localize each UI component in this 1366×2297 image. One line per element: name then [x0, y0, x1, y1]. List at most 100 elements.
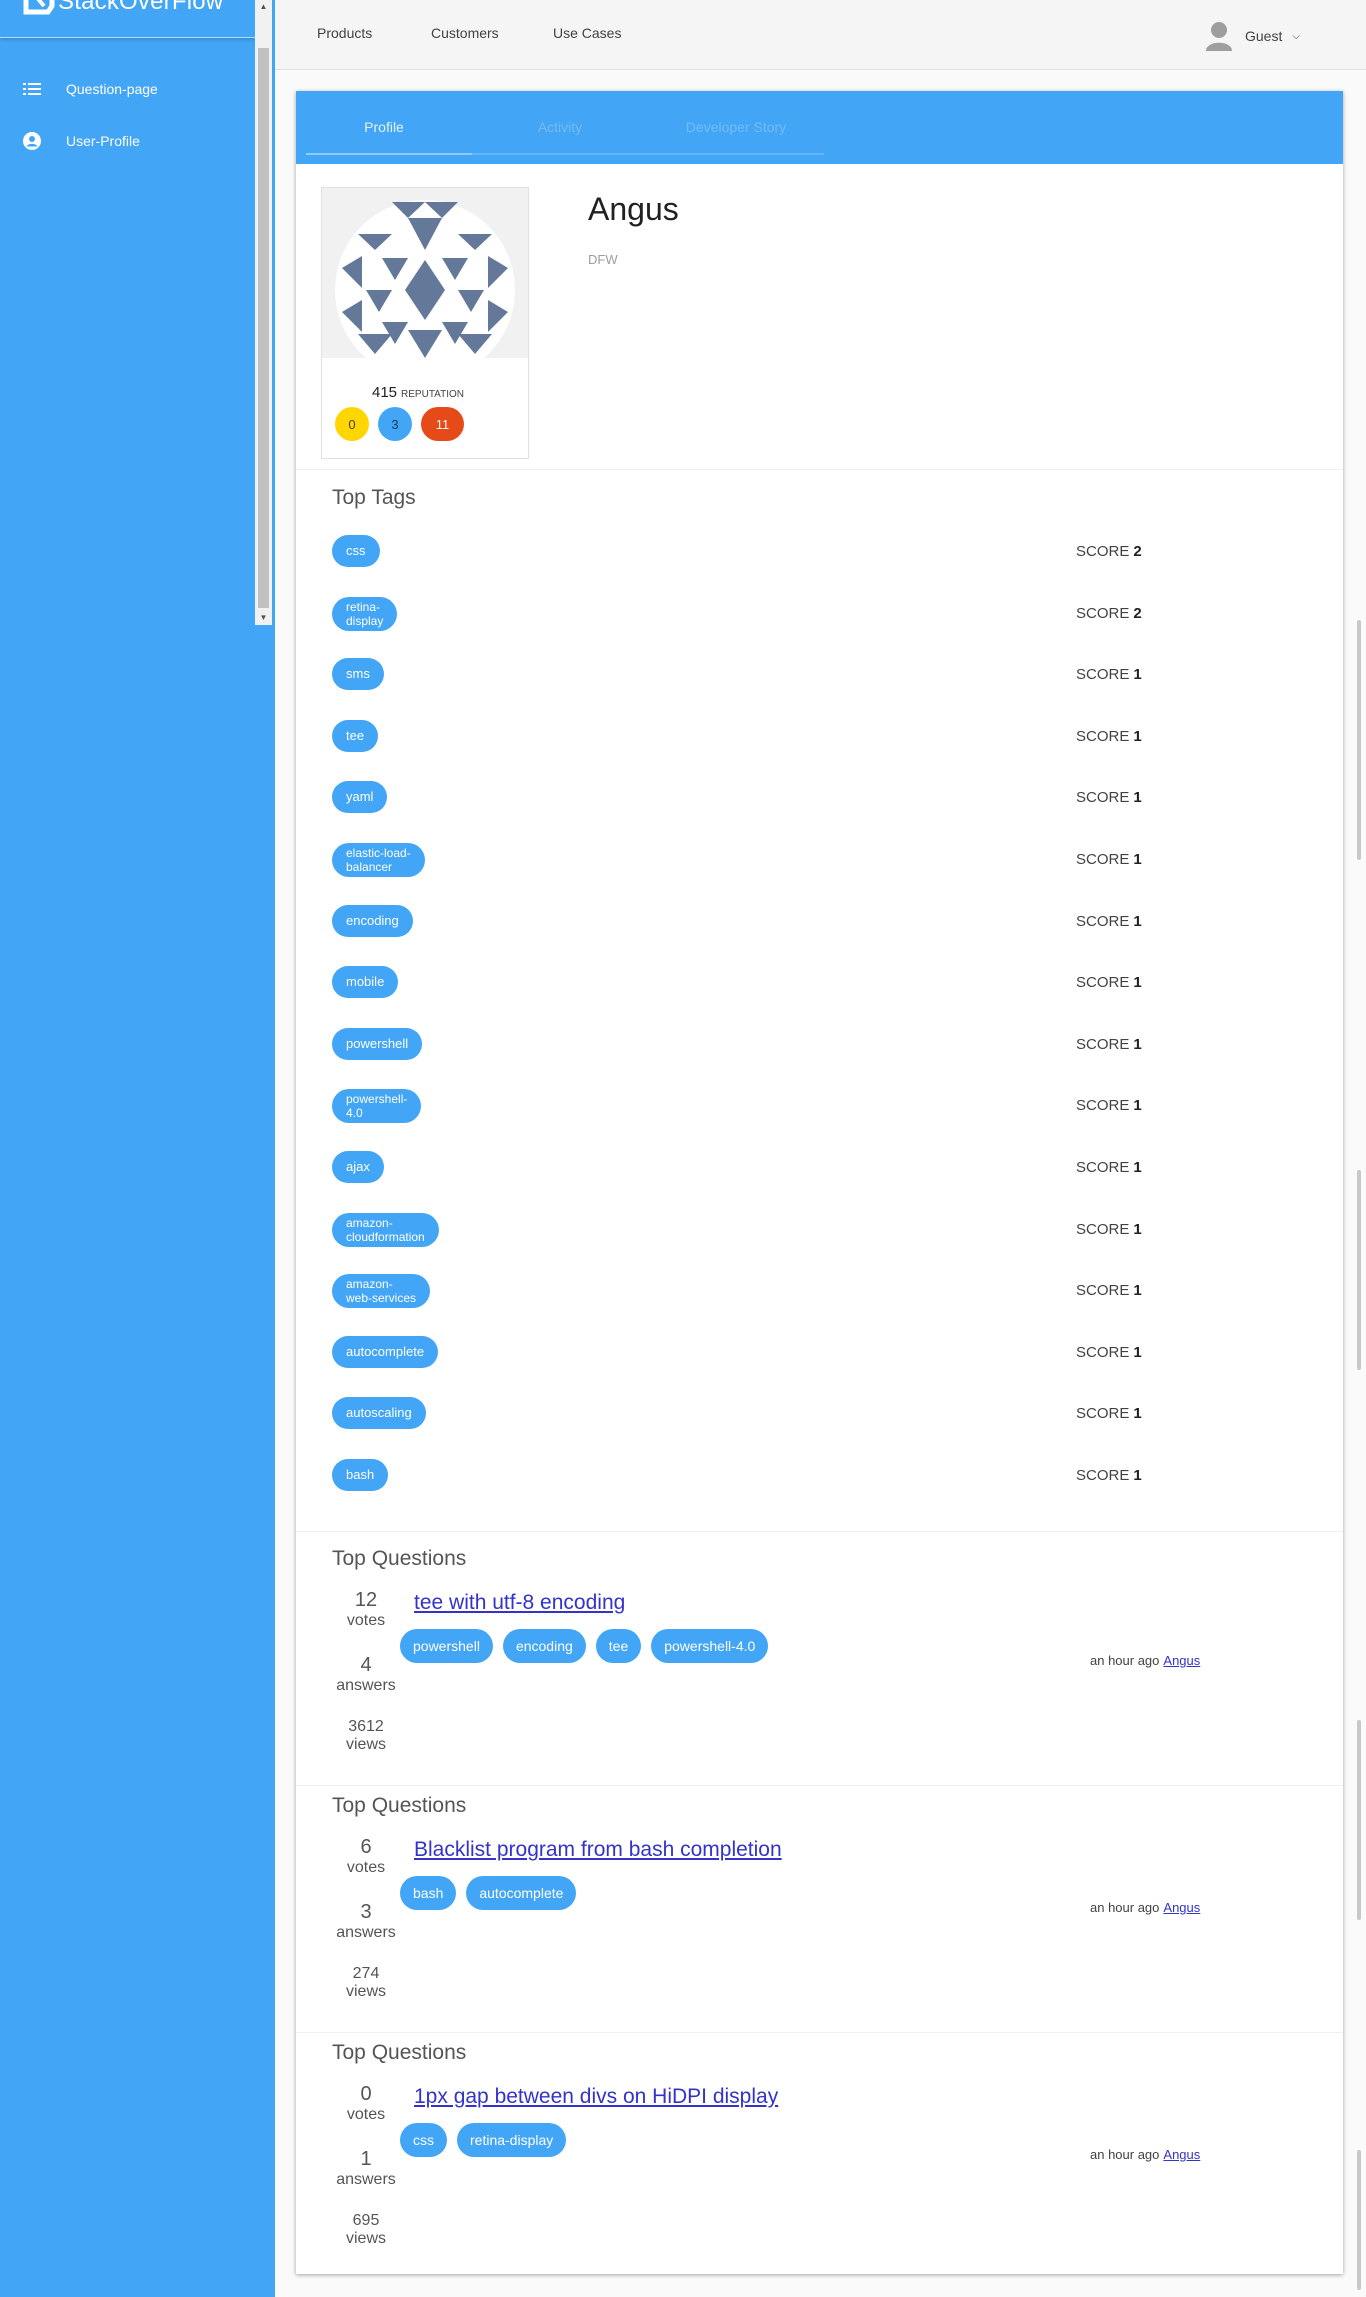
question-tags: bash autocomplete [400, 1876, 577, 1910]
tag-chip[interactable]: autoscaling [332, 1397, 426, 1430]
page-scrollbar[interactable] [1352, 70, 1366, 2297]
score-label: SCORE [1076, 1405, 1130, 1423]
tag-chip[interactable]: bash [332, 1459, 389, 1491]
question-title-link[interactable]: tee with utf-8 encoding [414, 1591, 625, 1615]
user-name: Angus [588, 191, 679, 227]
page-scroll-thumb[interactable] [1357, 620, 1361, 860]
score-value: 1 [1133, 1035, 1142, 1053]
question-time: an hour ago [1090, 1900, 1160, 1915]
tag-chip[interactable]: encoding [502, 1629, 586, 1663]
brand-name[interactable]: StackOverFlow [58, 0, 223, 16]
tag-chip-label: web-services [346, 1291, 417, 1306]
score-value: 1 [1133, 727, 1142, 745]
tag-chip[interactable]: elastic-load-balancer [332, 843, 425, 877]
question-author-link[interactable]: Angus [1163, 1653, 1200, 1668]
tag-chip[interactable]: autocomplete [466, 1876, 577, 1910]
score-value: 1 [1133, 1282, 1142, 1300]
list-icon [22, 79, 42, 99]
tag-chip-label: ajax [346, 1159, 370, 1174]
tag-chip[interactable]: sms [332, 658, 384, 691]
brand-logo-icon[interactable] [22, 0, 56, 18]
score-value: 1 [1133, 912, 1142, 930]
question-author-link[interactable]: Angus [1163, 2147, 1200, 2162]
tag-chip[interactable]: retina-display [457, 2123, 567, 2157]
score-value: 1 [1133, 789, 1142, 807]
view-count-value: 3612 [348, 1718, 384, 1735]
tag-score: SCORE 1 [1076, 1036, 1142, 1053]
nav-link-customers[interactable]: Customers [431, 25, 499, 41]
score-value: 1 [1133, 1220, 1142, 1238]
question-tags: css retina-display [400, 2123, 567, 2157]
question-title-link[interactable]: 1px gap between divs on HiDPI display [414, 2085, 778, 2109]
tab-developer-story[interactable]: Developer Story [648, 119, 824, 135]
tag-chip[interactable]: css [332, 535, 380, 567]
page-scroll-thumb[interactable] [1357, 1170, 1361, 1370]
tag-score: SCORE 1 [1076, 666, 1142, 683]
tag-chip[interactable]: powershell [332, 1027, 423, 1060]
scroll-up-arrow-icon[interactable]: ▲ [255, 0, 272, 14]
vote-count: 0 votes [311, 2083, 421, 2124]
vote-count-value: 0 [360, 2083, 372, 2105]
tag-chip[interactable]: retina-display [332, 596, 398, 631]
user-menu[interactable]: Guest ⌵ [1205, 20, 1300, 52]
nav-link-products[interactable]: Products [317, 25, 372, 41]
score-label: SCORE [1076, 851, 1130, 868]
tag-score: SCORE 2 [1076, 605, 1142, 622]
tag-chip[interactable]: amazon-cloudformation [332, 1212, 439, 1247]
page-scroll-thumb[interactable] [1357, 1720, 1361, 1920]
top-questions-title: Top Questions [332, 2041, 467, 2064]
top-bar: Products Customers Use Cases [275, 0, 1366, 70]
tag-chip[interactable]: css [400, 2123, 447, 2157]
score-value: 2 [1133, 604, 1142, 622]
tag-chip-label: 4.0 [346, 1106, 363, 1121]
tab-profile[interactable]: Profile [296, 119, 472, 135]
tag-chip[interactable]: yaml [332, 781, 388, 814]
question-title-link[interactable]: Blacklist program from bash completion [414, 1838, 782, 1862]
sidebar-scroll-thumb[interactable] [258, 48, 269, 608]
score-value: 1 [1133, 1343, 1142, 1361]
divider [296, 2032, 1343, 2033]
view-count-label: views [345, 1983, 386, 2000]
sidebar-scrollbar[interactable]: ▲ ▼ [255, 0, 272, 625]
tag-chip[interactable]: powershell-4.0 [332, 1089, 422, 1124]
tag-row: tee SCORE 1 [332, 716, 1332, 756]
scroll-down-arrow-icon[interactable]: ▼ [255, 611, 272, 625]
tag-row: powershell- 4.0 SCORE 1 [332, 1085, 1332, 1125]
score-label: SCORE [1076, 604, 1130, 622]
tag-chip[interactable]: bash [400, 1876, 457, 1910]
tag-chip[interactable]: powershell-4.0 [651, 1629, 769, 1663]
question-item: Top Questions 0 votes 1 answers 695 views 1px g… [296, 2035, 1343, 2282]
tag-chip[interactable]: encoding [332, 904, 413, 937]
tag-chip[interactable]: ajax [332, 1151, 384, 1183]
tag-score: SCORE 1 [1076, 1221, 1142, 1238]
tab-activity[interactable]: Activity [472, 119, 648, 135]
tag-chip-label: amazon- [346, 1277, 393, 1292]
tag-chip-label: balancer [346, 860, 393, 874]
bronze-badge-count: 11 [421, 407, 464, 441]
tag-chip[interactable]: autocomplete [332, 1335, 439, 1368]
page-scroll-thumb[interactable] [1357, 2150, 1361, 2290]
nav-link-use-cases[interactable]: Use Cases [553, 25, 621, 41]
tag-chip[interactable]: tee [595, 1629, 642, 1663]
tag-row: retina-display SCORE 2 [332, 593, 1332, 633]
question-author-link[interactable]: Angus [1163, 1900, 1200, 1915]
tag-chip[interactable]: tee [332, 719, 379, 752]
sidebar-item-question-page[interactable]: Question-page [0, 71, 255, 107]
tag-score: SCORE 1 [1076, 1159, 1142, 1176]
view-count-value: 274 [352, 1965, 380, 1982]
tag-row: yaml SCORE 1 [332, 777, 1332, 817]
question-meta: an hour ago Angus [1090, 1653, 1200, 1668]
tag-chip-label: autoscaling [346, 1405, 412, 1421]
tag-chip[interactable]: powershell [400, 1629, 493, 1663]
tag-chip[interactable]: mobile [332, 966, 399, 999]
score-value: 1 [1133, 1467, 1142, 1484]
sidebar-item-label: Question-page [66, 81, 158, 97]
tag-chip[interactable]: amazon-web-services [332, 1274, 431, 1309]
tag-row: amazon-web-services SCORE 1 [332, 1270, 1332, 1310]
tab-bar: Profile Activity Developer Story [296, 91, 1343, 164]
user-avatar-icon [1206, 22, 1232, 51]
tag-row: css SCORE 2 [332, 531, 1332, 571]
tag-score: SCORE 1 [1076, 1097, 1142, 1114]
sidebar-item-user-profile[interactable]: User-Profile [0, 123, 255, 159]
score-value: 1 [1133, 1097, 1142, 1115]
